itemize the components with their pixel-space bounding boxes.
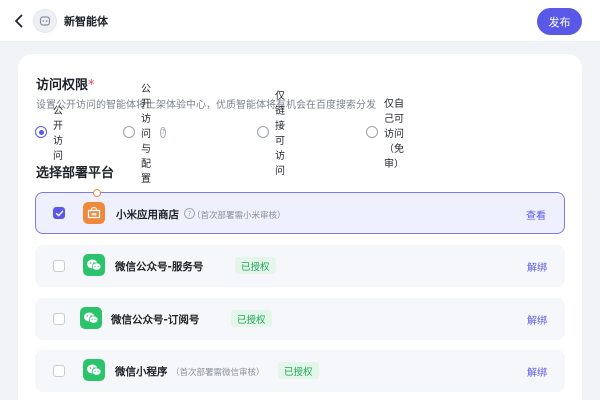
top-bar: 新智能体 发布 (0, 0, 600, 42)
authorized-badge: 已授权 (235, 257, 276, 274)
xiaomi-store-icon (83, 202, 105, 224)
radio-selected-icon[interactable] (35, 126, 47, 138)
radio-public[interactable]: 公开访问 (35, 106, 63, 162)
radio-link-only[interactable]: 仅链接可访问 (257, 91, 285, 177)
agent-name: 新智能体 (64, 15, 108, 28)
radio-self-only[interactable]: 仅自己可访问（免审） (366, 99, 404, 170)
platform-checkbox[interactable] (53, 260, 65, 272)
back-icon[interactable] (9, 11, 29, 31)
radio-unselected-icon[interactable] (257, 126, 269, 138)
radio-unselected-icon[interactable] (123, 126, 135, 138)
platform-name: 微信公众号-订阅号 (111, 314, 200, 326)
settings-card: 访问权限* 设置公开访问的智能体将上架体验中心，优质智能体将有机会在百度搜索分发… (18, 54, 582, 400)
access-description: 设置公开访问的智能体将上架体验中心，优质智能体将有机会在百度搜索分发 (36, 100, 376, 111)
platform-name: 微信公众号-服务号 (115, 261, 204, 273)
platform-note: （首次部署需小米审核） (192, 211, 286, 221)
unbind-link[interactable]: 解绑 (527, 259, 547, 274)
access-section-title: 访问权限* (36, 74, 95, 93)
notification-dot (93, 189, 101, 197)
platform-checkbox-checked[interactable] (53, 207, 65, 219)
agent-avatar-icon (33, 9, 57, 33)
platform-row-wechat-miniprogram[interactable]: 微信小程序 （首次部署需微信审核） 已授权 解绑 (35, 350, 565, 392)
publish-button[interactable]: 发布 (537, 8, 582, 35)
radio-label: 仅自己可访问（免审） (384, 98, 404, 170)
platform-checkbox[interactable] (53, 313, 65, 325)
radio-label: 公开访问与配置 (141, 83, 151, 185)
wechat-icon (80, 307, 102, 329)
unbind-link[interactable]: 解绑 (527, 312, 547, 327)
platform-name: 微信小程序 (115, 366, 168, 378)
deploy-section-title: 选择部署平台 (36, 166, 115, 181)
authorized-badge: 已授权 (231, 310, 272, 327)
radio-public-and-config[interactable]: 公开访问与配置 ? (123, 84, 166, 185)
required-mark: * (88, 78, 95, 93)
platform-checkbox[interactable] (53, 365, 65, 377)
unbind-link[interactable]: 解绑 (527, 364, 547, 379)
radio-label: 公开访问 (53, 106, 63, 162)
help-icon[interactable]: ? (160, 126, 166, 138)
radio-label: 仅链接可访问 (275, 91, 285, 177)
wechat-icon (83, 254, 105, 276)
platform-row-xiaomi[interactable]: 小米应用商店 ? （首次部署需小米审核） 查看 (35, 189, 565, 234)
access-title-text: 访问权限 (36, 78, 89, 93)
platform-name: 小米应用商店 (116, 209, 179, 221)
view-link[interactable]: 查看 (526, 207, 546, 222)
platform-row-wechat-service[interactable]: 微信公众号-服务号 已授权 解绑 (35, 245, 565, 287)
platform-row-wechat-subscription[interactable]: 微信公众号-订阅号 已授权 解绑 (35, 298, 565, 340)
radio-unselected-icon[interactable] (366, 126, 378, 138)
authorized-badge: 已授权 (278, 362, 319, 379)
wechat-icon (83, 359, 105, 381)
platform-note: （首次部署需微信审核） (171, 368, 265, 378)
